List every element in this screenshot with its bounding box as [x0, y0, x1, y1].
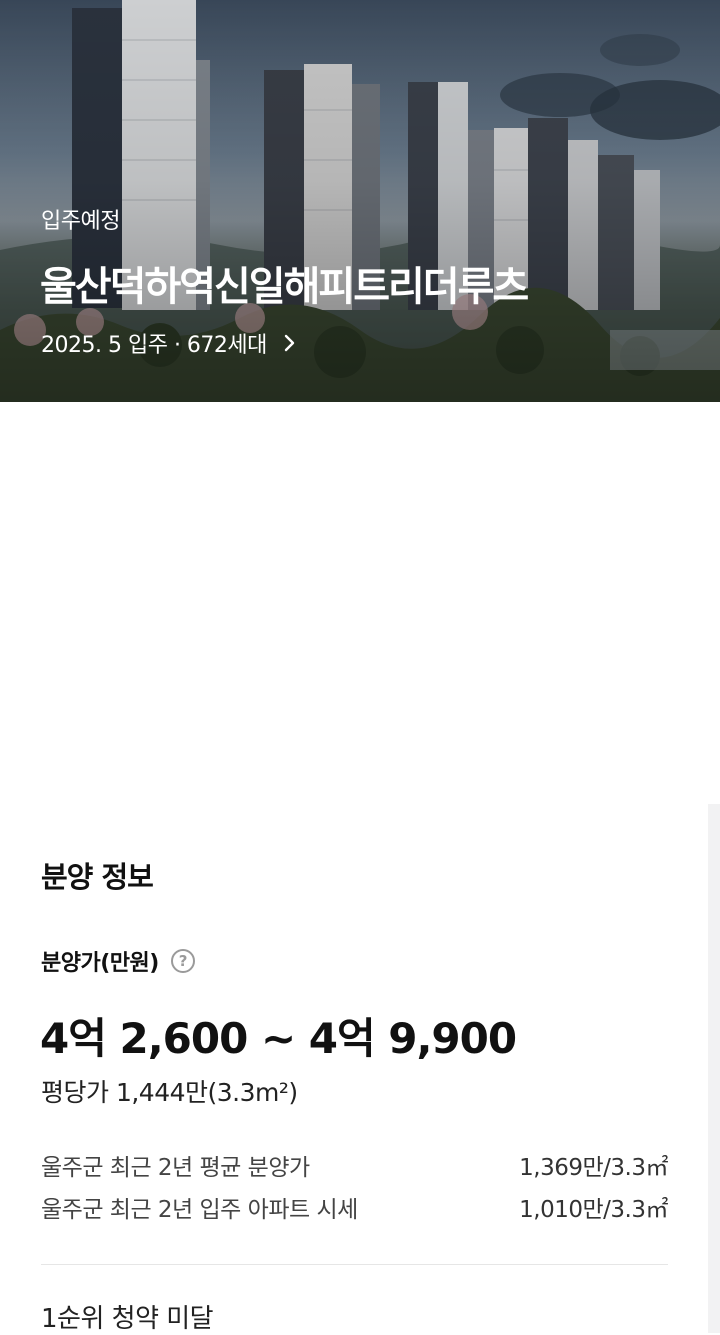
chevron-right-icon — [284, 334, 295, 352]
question-circle-icon[interactable]: ? — [170, 949, 195, 973]
sale-price-label: 분양가(만원) ? — [41, 945, 195, 977]
stat-row-avg-sale-price: 울주군 최근 2년 평균 분양가 1,369만/3.3㎡ — [41, 1148, 668, 1182]
sale-price-label-text: 분양가(만원) — [41, 951, 159, 976]
stat-value: 1,010만/3.3㎡ — [519, 1197, 668, 1223]
stat-value: 1,369만/3.3㎡ — [519, 1155, 668, 1181]
complex-name: 울산덕하역신일해피트리더루츠 — [40, 264, 529, 310]
section-title: 분양 정보 — [41, 860, 154, 894]
move-in-info-link[interactable]: 2025. 5 입주 · 672세대 — [41, 327, 301, 359]
sale-price-range: 4억 2,600 ~ 4억 9,900 — [40, 1014, 517, 1063]
price-per-pyeong: 평당가 1,444만(3.3m²) — [41, 1078, 298, 1107]
stat-row-market-price: 울주군 최근 2년 입주 아파트 시세 1,010만/3.3㎡ — [41, 1190, 668, 1224]
divider — [41, 1264, 668, 1265]
subscription-status: 1순위 청약 미달 — [41, 1304, 214, 1334]
scrollbar[interactable] — [708, 804, 720, 1333]
move-in-info-text: 2025. 5 입주 · 672세대 — [41, 333, 267, 358]
stat-label: 울주군 최근 2년 평균 분양가 — [41, 1155, 310, 1181]
stat-label: 울주군 최근 2년 입주 아파트 시세 — [41, 1197, 358, 1223]
hero-banner: 입주예정 울산덕하역신일해피트리더루츠 2025. 5 입주 · 672세대 — [0, 0, 720, 402]
move-in-status: 입주예정 — [41, 209, 120, 234]
